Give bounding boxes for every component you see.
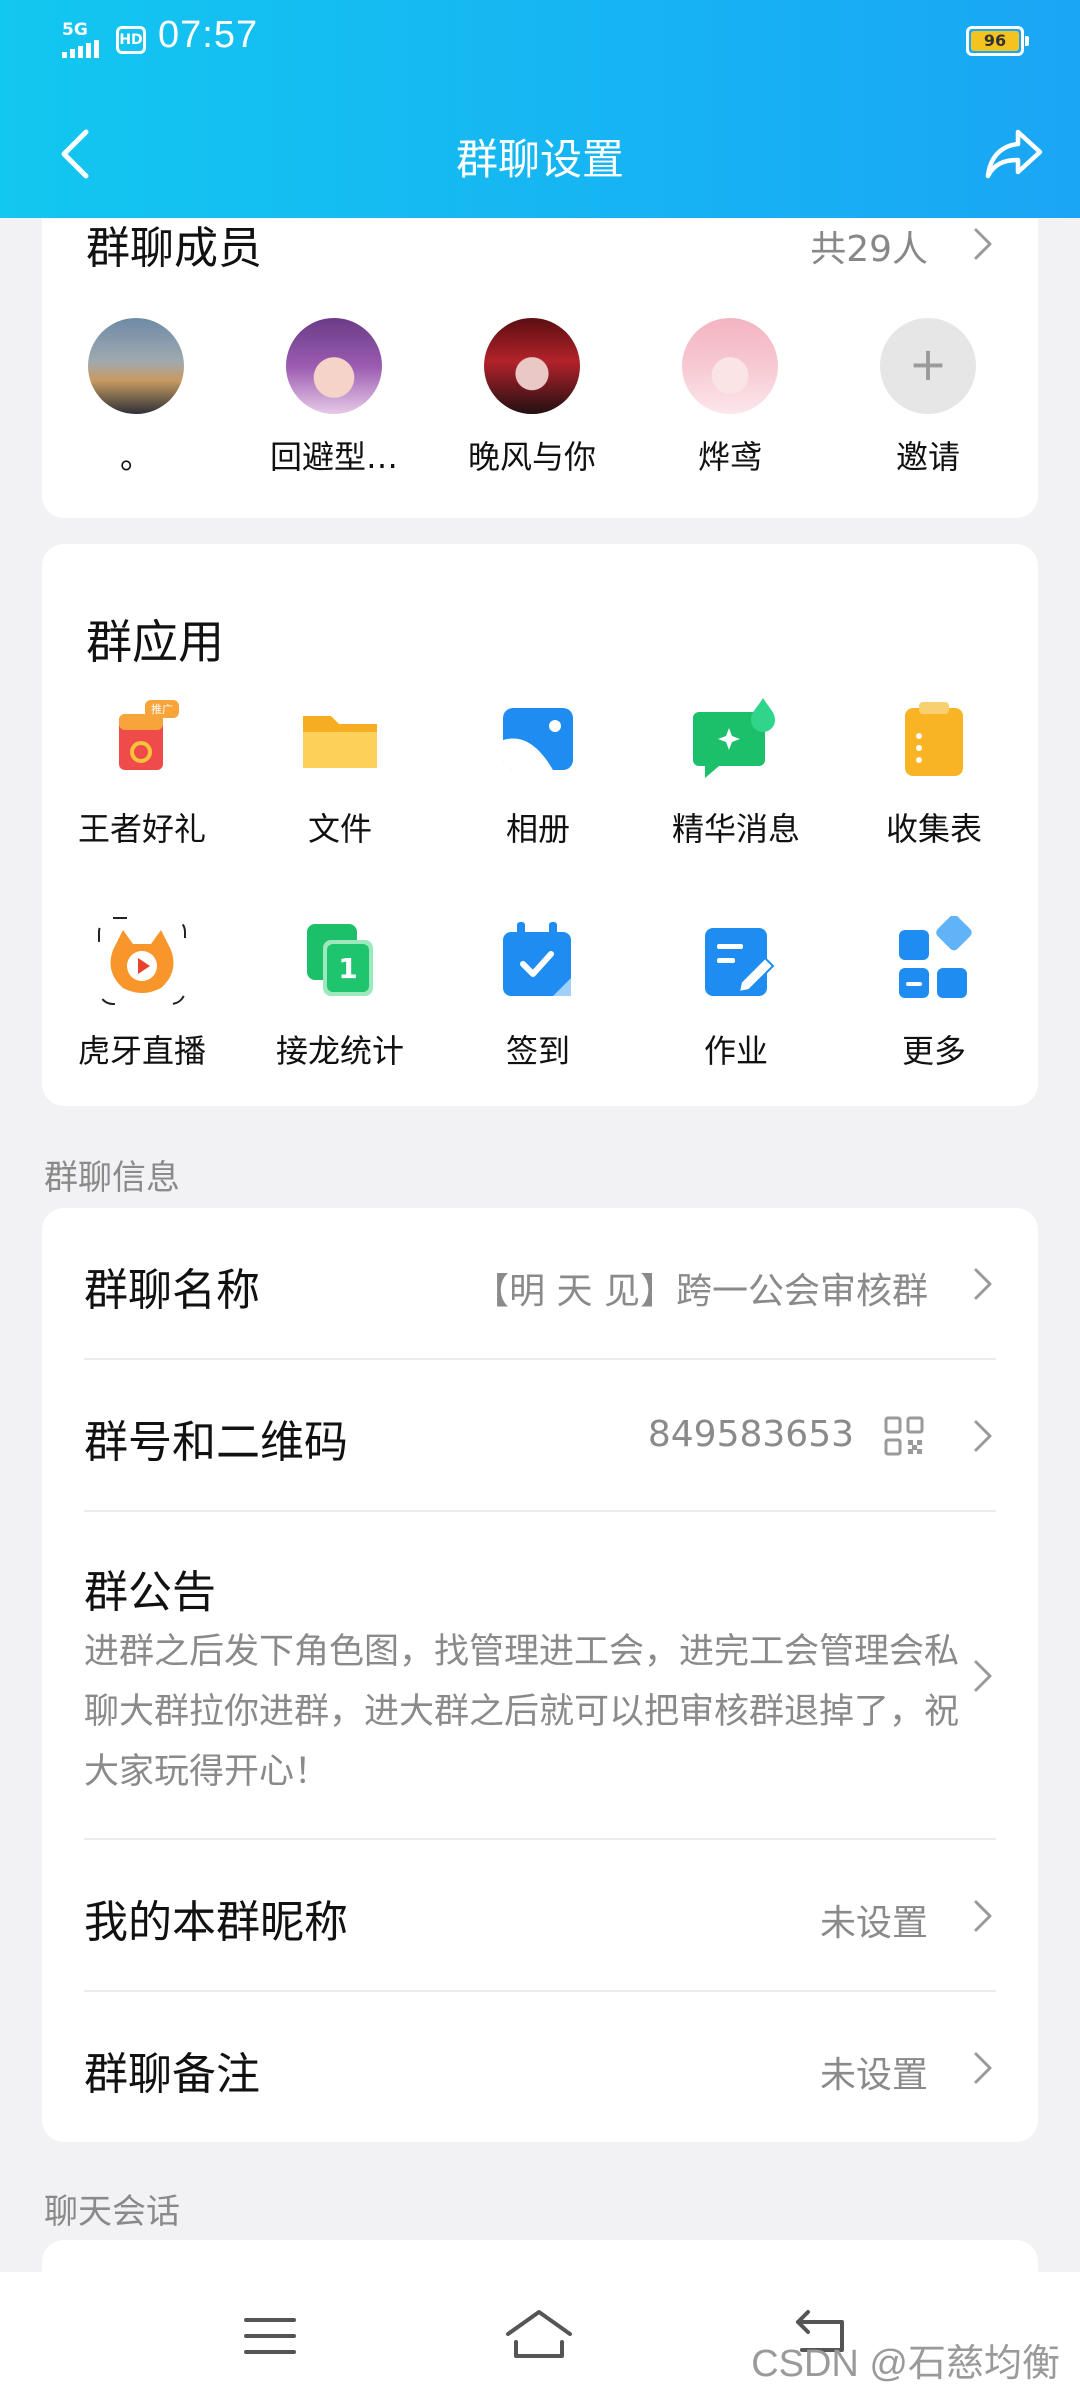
essence-message-icon xyxy=(691,694,781,784)
group-name-row[interactable]: 群聊名称 【明 天 见】跨一公会审核群 xyxy=(42,1208,1038,1358)
group-name-value: 【明 天 见】跨一公会审核群 xyxy=(473,1271,928,1312)
group-apps-card: 群应用 推广 王者好礼 文件 相册 精华消息 收集表 虎牙直播 1 接龙统计 签… xyxy=(42,544,1038,1106)
members-title: 群聊成员 xyxy=(86,223,262,274)
header-bar: 5G HD 07:57 96 群聊设置 xyxy=(0,0,1080,218)
app-collection-form[interactable]: 收集表 xyxy=(834,694,1034,850)
chevron-right-icon xyxy=(974,1268,992,1300)
invite-button[interactable]: + 邀请 xyxy=(848,318,1008,478)
app-more[interactable]: 更多 xyxy=(834,914,1034,1072)
clipboard-icon xyxy=(889,694,979,784)
chat-session-section-label: 聊天会话 xyxy=(44,2192,180,2232)
member-name: 回避型… xyxy=(269,438,398,476)
nav-bar: 群聊设置 xyxy=(0,100,1080,210)
avatar xyxy=(286,318,382,414)
group-notice-text: 进群之后发下角色图，找管理进工会，进完工会管理会私聊大群拉你进群，进大群之后就可… xyxy=(84,1632,960,1792)
app-check-in[interactable]: 签到 xyxy=(438,916,638,1072)
app-label: 签到 xyxy=(505,1032,570,1070)
homework-icon xyxy=(691,916,781,1006)
my-nickname-label: 我的本群昵称 xyxy=(84,1897,348,1948)
status-bar: 5G HD 07:57 96 xyxy=(0,0,1080,80)
system-nav-bar: CSDN @石慈均衡 xyxy=(0,2272,1080,2400)
chevron-right-icon xyxy=(974,2052,992,2084)
group-remark-label: 群聊备注 xyxy=(84,2049,260,2100)
solitaire-icon: 1 xyxy=(295,916,385,1006)
home-icon[interactable] xyxy=(502,2306,576,2366)
folder-icon xyxy=(295,694,385,784)
group-id-qrcode-row[interactable]: 群号和二维码 849583653 xyxy=(42,1360,1038,1510)
group-remark-value: 未设置 xyxy=(819,2055,928,2096)
avatar xyxy=(88,318,184,414)
share-icon[interactable] xyxy=(982,122,1046,186)
calendar-check-icon xyxy=(493,916,583,1006)
app-label: 文件 xyxy=(307,810,372,848)
app-label: 作业 xyxy=(703,1032,768,1070)
members-count[interactable]: 共29人 xyxy=(810,220,928,272)
chevron-right-icon[interactable] xyxy=(972,226,994,262)
chevron-right-icon xyxy=(974,1420,992,1452)
app-huya-live[interactable]: 虎牙直播 xyxy=(42,916,242,1072)
battery-icon: 96 xyxy=(966,26,1029,56)
app-label: 收集表 xyxy=(885,810,982,848)
group-notice-row[interactable]: 群公告 进群之后发下角色图，找管理进工会，进完工会管理会私聊大群拉你进群，进大群… xyxy=(42,1512,1038,1838)
my-nickname-row[interactable]: 我的本群昵称 未设置 xyxy=(42,1840,1038,1990)
app-label: 接龙统计 xyxy=(275,1032,404,1070)
more-apps-icon xyxy=(889,914,979,1006)
apps-title: 群应用 xyxy=(86,615,224,669)
app-label: 精华消息 xyxy=(671,810,800,848)
app-solitaire-stats[interactable]: 1 接龙统计 xyxy=(240,916,440,1072)
network-type: 5G xyxy=(62,20,88,40)
battery-level: 96 xyxy=(971,31,1019,51)
member-name: 烨鸢 xyxy=(697,438,762,476)
app-essence-messages[interactable]: 精华消息 xyxy=(636,694,836,850)
plus-icon: + xyxy=(880,318,976,414)
hd-badge: HD xyxy=(116,26,146,54)
my-nickname-value: 未设置 xyxy=(819,1903,928,1944)
app-badge: 推广 xyxy=(151,702,173,716)
app-honor-of-kings-gift[interactable]: 推广 王者好礼 xyxy=(42,694,242,850)
watermark: CSDN @石慈均衡 xyxy=(751,2343,1060,2385)
group-id-label: 群号和二维码 xyxy=(84,1417,348,1468)
chevron-right-icon xyxy=(974,1900,992,1932)
app-label: 更多 xyxy=(901,1032,966,1070)
chevron-right-icon xyxy=(974,1660,992,1692)
huya-live-icon xyxy=(97,916,187,1006)
app-badge: 1 xyxy=(338,952,357,985)
group-id-value: 849583653 xyxy=(647,1414,854,1455)
signal-icon: 5G xyxy=(62,20,110,58)
avatar xyxy=(484,318,580,414)
app-label: 虎牙直播 xyxy=(77,1032,206,1070)
member-name: 。 xyxy=(119,438,152,476)
qr-code-icon xyxy=(884,1416,924,1456)
member-item[interactable]: 回避型… xyxy=(254,318,414,478)
app-homework[interactable]: 作业 xyxy=(636,916,836,1072)
group-remark-row[interactable]: 群聊备注 未设置 xyxy=(42,1992,1038,2142)
group-info-card: 群聊名称 【明 天 见】跨一公会审核群 群号和二维码 849583653 群公告… xyxy=(42,1208,1038,2142)
group-name-label: 群聊名称 xyxy=(84,1265,260,1316)
app-label: 相册 xyxy=(505,810,570,848)
group-notice-label: 群公告 xyxy=(84,1567,216,1618)
member-name: 晚风与你 xyxy=(467,438,596,476)
group-info-section-label: 群聊信息 xyxy=(44,1158,180,1198)
avatar xyxy=(682,318,778,414)
app-label: 王者好礼 xyxy=(77,810,206,848)
page-title: 群聊设置 xyxy=(455,135,624,184)
invite-label: 邀请 xyxy=(895,438,960,476)
member-item[interactable]: 烨鸢 xyxy=(650,318,810,478)
app-album[interactable]: 相册 xyxy=(438,694,638,850)
app-files[interactable]: 文件 xyxy=(240,694,440,850)
album-icon xyxy=(493,694,583,784)
clock: 07:57 xyxy=(158,14,259,56)
member-item[interactable]: 晚风与你 xyxy=(452,318,612,478)
member-item[interactable]: 。 xyxy=(56,318,216,478)
gift-icon: 推广 xyxy=(97,694,187,784)
menu-icon[interactable] xyxy=(240,2306,300,2366)
